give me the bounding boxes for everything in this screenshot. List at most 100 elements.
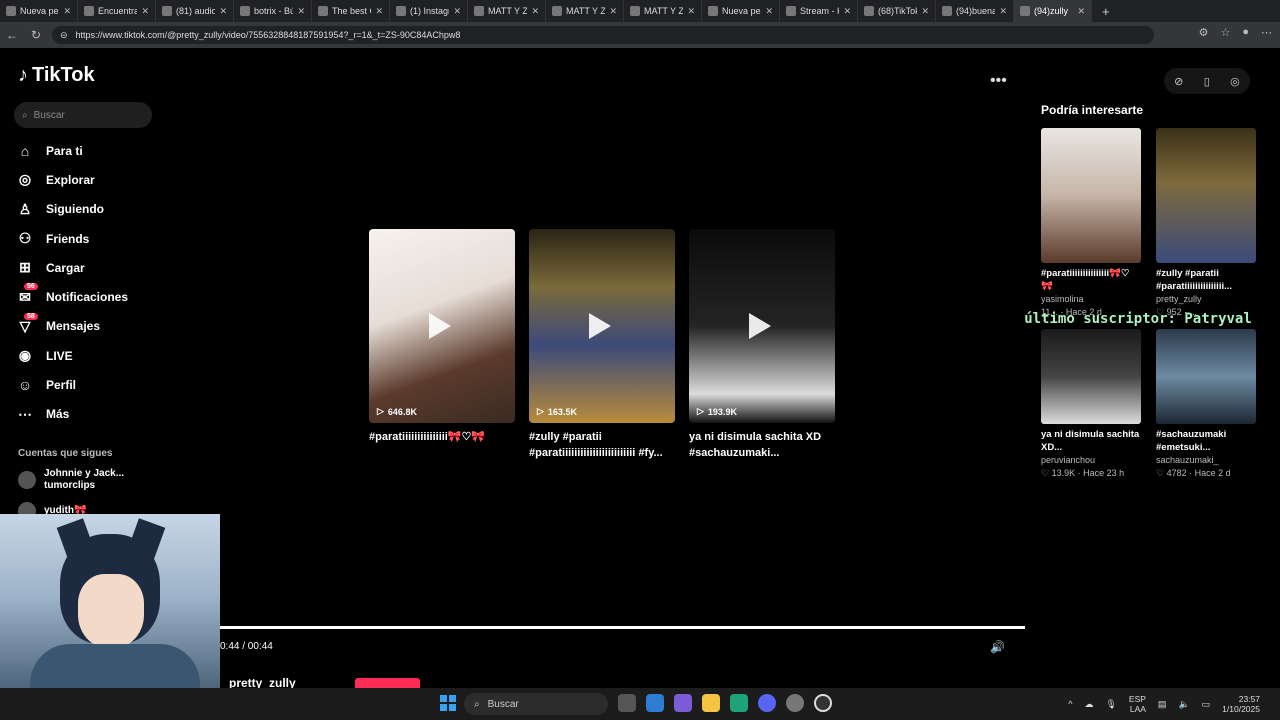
chevron-up-icon[interactable]: ^ — [1068, 699, 1072, 709]
extensions-icon[interactable]: ⚙ — [1199, 26, 1209, 39]
mic-icon[interactable]: 🎙 — [1105, 699, 1116, 710]
browser-tab[interactable]: (94)buena ✕ — [936, 0, 1014, 22]
video-progress-bar[interactable] — [220, 626, 1025, 629]
tab-close-icon[interactable]: ✕ — [687, 6, 695, 17]
recommended-thumbnail[interactable] — [1041, 329, 1141, 424]
edge-icon[interactable] — [730, 694, 748, 712]
browser-tab[interactable]: (68)TikTok ✕ — [858, 0, 936, 22]
tab-close-icon[interactable]: ✕ — [1077, 6, 1085, 17]
speaker-icon[interactable]: 🔈 — [1178, 699, 1189, 710]
phone-icon[interactable]: ▯ — [1204, 75, 1210, 88]
browser-tab[interactable]: (1) Instagr ✕ — [390, 0, 468, 22]
play-icon[interactable] — [749, 313, 771, 339]
task-view-icon[interactable] — [618, 694, 636, 712]
recommended-video[interactable]: #zully #paratii #paratiiiiiiiiiiiiiii...… — [1156, 128, 1256, 319]
recommended-thumbnail[interactable] — [1041, 128, 1141, 263]
recommended-author[interactable]: peruvianchou — [1041, 454, 1141, 467]
sidebar-item-notificaciones[interactable]: ✉ Notificaciones 56 — [16, 282, 166, 311]
recommended-author[interactable]: yasimolina — [1041, 293, 1141, 306]
sidebar-item-friends[interactable]: ⚇ Friends — [16, 224, 166, 253]
sidebar-item-perfil[interactable]: ☺ Perfil — [16, 370, 166, 399]
search-input[interactable]: ⌕ Buscar — [14, 102, 152, 128]
back-icon[interactable]: ← — [0, 28, 24, 42]
browser-tab[interactable]: Nueva pes ✕ — [702, 0, 780, 22]
clock[interactable]: 23:57 1/10/2025 — [1222, 694, 1260, 714]
reload-icon[interactable]: ↻ — [24, 28, 48, 42]
tab-close-icon[interactable]: ✕ — [297, 6, 305, 17]
recommended-thumbnail[interactable] — [1156, 128, 1256, 263]
tab-favicon-icon — [864, 6, 874, 16]
sidebar-item-live[interactable]: ◉ LIVE — [16, 341, 166, 370]
discord-icon[interactable] — [758, 694, 776, 712]
tab-close-icon[interactable]: ✕ — [453, 6, 461, 17]
user-avatar-icon[interactable]: ◎ — [1230, 75, 1240, 88]
browser-tab[interactable]: Encuentra ✕ — [78, 0, 156, 22]
sidebar-item-cargar[interactable]: ⊞ Cargar — [16, 253, 166, 282]
start-icon[interactable] — [440, 695, 456, 711]
taskbar-search[interactable]: ⌕ Buscar — [464, 693, 608, 715]
browser-tab[interactable]: The best C ✕ — [312, 0, 390, 22]
tab-close-icon[interactable]: ✕ — [999, 6, 1007, 17]
recommended-video[interactable]: #paratiiiiiiiiiiiiiii🎀♡🎀 yasimolina 11... … — [1041, 128, 1141, 319]
tab-close-icon[interactable]: ✕ — [843, 6, 851, 17]
video-card[interactable]: ▷ 193.9K ya ni disimula sachita XD #sachau… — [689, 229, 835, 461]
tab-close-icon[interactable]: ✕ — [63, 6, 71, 17]
battery-icon[interactable]: ▭ — [1202, 699, 1211, 710]
favorites-icon[interactable]: ☆ — [1220, 26, 1230, 39]
video-card[interactable]: ▷ 163.5K #zully #paratii #paratiiiiiiiiiii… — [529, 229, 675, 461]
sidebar-item-mensajes[interactable]: ▽ Mensajes 58 — [16, 312, 166, 341]
url-field[interactable]: ⊝ https://www.tiktok.com/@pretty_zully/v… — [52, 26, 1154, 44]
recommended-thumbnail[interactable] — [1156, 329, 1256, 424]
menu-icon[interactable]: ⋯ — [1261, 26, 1272, 39]
browser-tab[interactable]: MATT Y ZU✕ — [624, 0, 702, 22]
play-icon[interactable] — [429, 313, 451, 339]
recommended-video[interactable]: #sachauzumaki #emetsuki... sachauzumaki_ ♡… — [1156, 329, 1256, 480]
video-thumbnail[interactable]: ▷ 163.5K — [529, 229, 675, 423]
network-icon[interactable]: ▤ — [1158, 699, 1167, 710]
new-tab-button[interactable]: + — [1102, 4, 1110, 19]
onedrive-icon[interactable]: ☁ — [1084, 699, 1093, 710]
video-caption[interactable]: ya ni disimula sachita XD #sachauzumaki.… — [689, 429, 835, 461]
tab-close-icon[interactable]: ✕ — [375, 6, 383, 17]
tab-close-icon[interactable]: ✕ — [141, 6, 149, 17]
follow-button[interactable] — [355, 678, 420, 688]
profile-icon[interactable]: ● — [1242, 26, 1249, 39]
compass-tool-icon[interactable]: ⊘ — [1174, 75, 1183, 88]
app-icon[interactable] — [786, 694, 804, 712]
volume-icon[interactable]: 🔊 — [990, 640, 1005, 654]
video-card[interactable]: ▷ 646.8K #paratiiiiiiiiiiiiiii🎀♡🎀 — [369, 229, 515, 461]
browser-tab[interactable]: (81) audio ✕ — [156, 0, 234, 22]
video-caption[interactable]: #zully #paratii #paratiiiiiiiiiiiiiiiiii… — [529, 429, 675, 461]
tiktok-logo[interactable]: ♪ TikTok — [18, 64, 95, 87]
site-info-icon[interactable]: ⊝ — [60, 30, 68, 41]
browser-tab[interactable]: MATT Y ZU✕ — [546, 0, 624, 22]
file-explorer-icon[interactable] — [702, 694, 720, 712]
tab-close-icon[interactable]: ✕ — [609, 6, 617, 17]
obs-icon[interactable] — [814, 694, 832, 712]
sidebar-item-explorar[interactable]: ◎ Explorar — [16, 165, 166, 194]
tab-close-icon[interactable]: ✕ — [765, 6, 773, 17]
sidebar-item-para-ti[interactable]: ⌂ Para ti — [16, 136, 166, 165]
browser-tab[interactable]: Stream - K ✕ — [780, 0, 858, 22]
browser-tab[interactable]: botrix - Bú ✕ — [234, 0, 312, 22]
browser-tab[interactable]: (94)zully ✕ — [1014, 0, 1092, 22]
browser-tab[interactable]: MATT Y ZU✕ — [468, 0, 546, 22]
video-caption[interactable]: #paratiiiiiiiiiiiiiii🎀♡🎀 — [369, 429, 515, 445]
tab-close-icon[interactable]: ✕ — [531, 6, 539, 17]
tab-close-icon[interactable]: ✕ — [219, 6, 227, 17]
language-indicator[interactable]: ESP LAA — [1129, 694, 1146, 714]
sidebar-item-más[interactable]: ⋯ Más — [16, 400, 166, 429]
recommended-author[interactable]: pretty_zully — [1156, 293, 1256, 306]
recommended-video[interactable]: ya ni disimula sachita XD... peruvianchou… — [1041, 329, 1141, 480]
recommended-author[interactable]: sachauzumaki_ — [1156, 454, 1256, 467]
more-options-icon[interactable]: ••• — [990, 72, 1007, 90]
copilot-icon[interactable] — [674, 694, 692, 712]
browser-tab[interactable]: Nueva pes ✕ — [0, 0, 78, 22]
store-icon[interactable] — [646, 694, 664, 712]
video-thumbnail[interactable]: ▷ 646.8K — [369, 229, 515, 423]
sidebar-item-siguiendo[interactable]: ♙ Siguiendo — [16, 195, 166, 224]
following-account[interactable]: Johnnie y Jack... tumorclips — [18, 468, 158, 492]
play-icon[interactable] — [589, 313, 611, 339]
tab-close-icon[interactable]: ✕ — [921, 6, 929, 17]
video-thumbnail[interactable]: ▷ 193.9K — [689, 229, 835, 423]
